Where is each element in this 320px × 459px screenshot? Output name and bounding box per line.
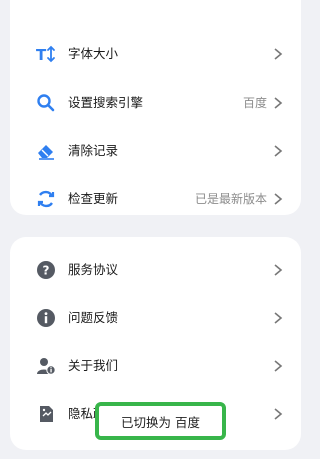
search-engine-row[interactable]: 设置搜索引擎 百度 (10, 79, 301, 127)
search-engine-label: 设置搜索引擎 (68, 95, 144, 110)
chevron-right-icon (274, 408, 283, 420)
svg-text:T: T (36, 46, 47, 64)
feedback-row[interactable]: 问题反馈 (10, 294, 301, 342)
user-info-icon (36, 356, 56, 376)
font-size-row[interactable]: T 字体大小 (10, 30, 301, 78)
chevron-right-icon (274, 264, 283, 276)
chevron-right-icon (274, 145, 283, 157)
svg-text:?: ? (43, 264, 50, 278)
toast-message: 已切换为 百度 (103, 409, 218, 433)
toast-highlight-frame: 已切换为 百度 (95, 402, 226, 440)
font-size-icon: T (36, 44, 56, 64)
search-icon (36, 93, 56, 113)
check-update-label: 检查更新 (68, 191, 119, 206)
check-update-row[interactable]: 检查更新 已是最新版本 (10, 175, 301, 223)
chevron-right-icon (274, 360, 283, 372)
check-update-value: 已是最新版本 (194, 192, 267, 206)
chevron-right-icon (274, 48, 283, 60)
clear-history-label: 清除记录 (68, 143, 119, 158)
chevron-right-icon (274, 312, 283, 324)
privacy-document-icon (36, 404, 56, 424)
settings-card-general: T 字体大小 设置搜索引擎 百度 清除记录 检查更新 已是最新版本 (10, 0, 301, 215)
refresh-icon (36, 189, 56, 209)
eraser-icon (36, 141, 56, 161)
search-engine-value: 百度 (242, 96, 267, 110)
about-us-label: 关于我们 (68, 358, 119, 373)
info-circle-icon (36, 308, 56, 328)
about-us-row[interactable]: 关于我们 (10, 342, 301, 390)
clear-history-row[interactable]: 清除记录 (10, 127, 301, 175)
question-circle-icon: ? (36, 260, 56, 280)
feedback-label: 问题反馈 (68, 310, 119, 325)
chevron-right-icon (274, 97, 283, 109)
service-agreement-row[interactable]: ? 服务协议 (10, 246, 301, 294)
service-agreement-label: 服务协议 (68, 262, 119, 277)
font-size-label: 字体大小 (68, 46, 119, 61)
chevron-right-icon (274, 193, 283, 205)
